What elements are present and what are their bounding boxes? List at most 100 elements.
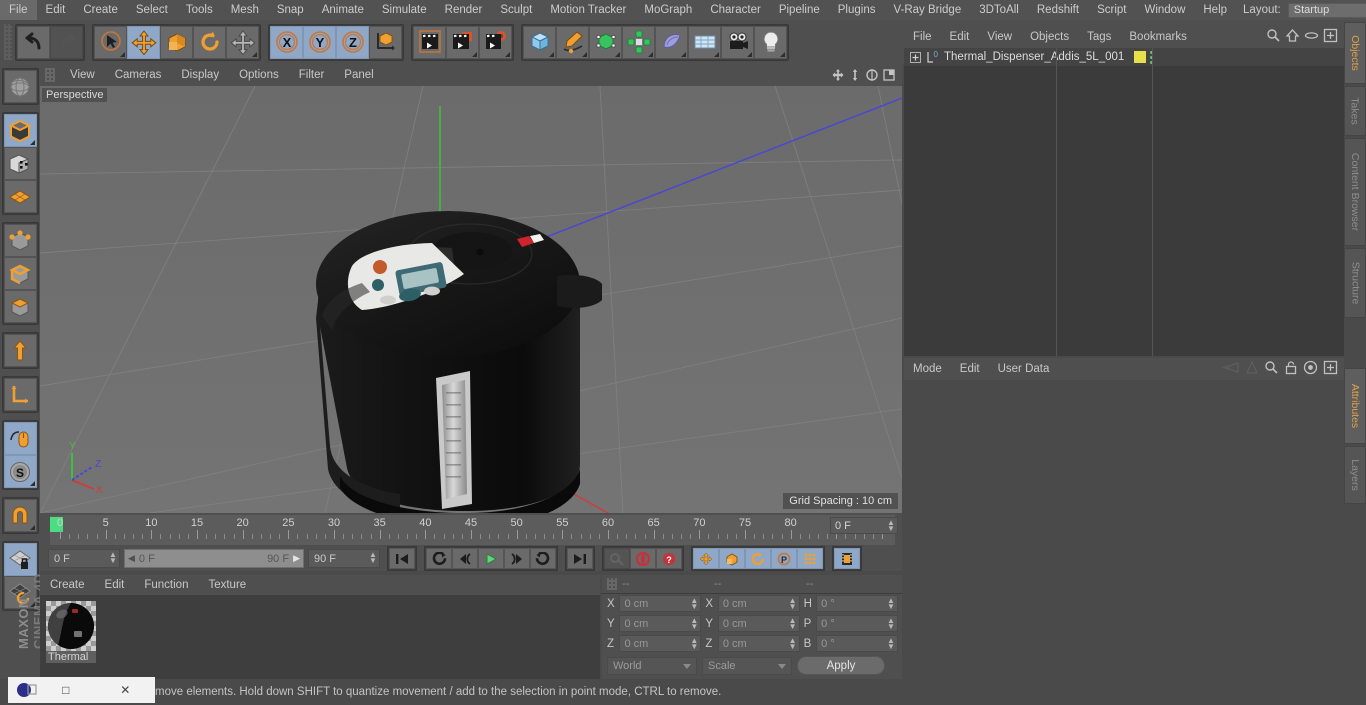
spinner-icon[interactable]: ▲ ▼ <box>690 637 698 651</box>
material-menu-edit[interactable]: Edit <box>95 575 135 595</box>
coord-input-rot-b[interactable]: 0 ° ▲ ▼ <box>816 635 898 652</box>
coord-input-pos-y[interactable]: 0 cm ▲ ▼ <box>619 615 702 632</box>
viewport-menu-panel[interactable]: Panel <box>334 64 383 86</box>
dock-tab-structure[interactable]: Structure <box>1344 248 1366 318</box>
attribute-menu-mode[interactable]: Mode <box>904 358 951 380</box>
y-axis-lock[interactable]: Y <box>303 25 336 59</box>
environment-button[interactable] <box>688 25 721 59</box>
current-frame-input[interactable]: 0 F ▲ ▼ <box>48 549 120 568</box>
menu-item-tools[interactable]: Tools <box>177 0 222 20</box>
render-view-button[interactable] <box>413 25 446 59</box>
spinner-icon[interactable]: ▲ ▼ <box>789 637 797 651</box>
taskbar-preview-window[interactable]: □ ✕ <box>8 677 155 703</box>
lock-icon[interactable] <box>1284 360 1298 378</box>
go-to-end-button[interactable] <box>567 548 593 569</box>
parameter-key-toggle[interactable]: P <box>771 548 797 569</box>
material-menu-create[interactable]: Create <box>40 575 95 595</box>
go-to-start-button[interactable] <box>389 548 415 569</box>
dock-tab-content-browser[interactable]: Content Browser <box>1344 138 1366 246</box>
attribute-menu-edit[interactable]: Edit <box>951 358 989 380</box>
timeline-frame-field[interactable]: 0 F ▲ ▼ <box>830 517 898 534</box>
layout-select[interactable]: Startup <box>1287 2 1366 18</box>
range-left-arrow-icon[interactable]: ◀ <box>128 553 135 564</box>
rotate-tool[interactable] <box>193 25 226 59</box>
rotate-view-icon[interactable] <box>864 68 879 83</box>
texture-mode-button[interactable] <box>3 147 37 180</box>
points-mode-button[interactable] <box>3 224 37 257</box>
coordinate-system-select[interactable]: World <box>607 656 697 675</box>
spinner-icon[interactable]: ▲ ▼ <box>690 597 698 611</box>
menu-item-simulate[interactable]: Simulate <box>373 0 436 20</box>
spinner-icon[interactable]: ▲ ▼ <box>887 617 895 631</box>
menu-item-file[interactable]: File <box>0 0 37 20</box>
search-icon[interactable] <box>1264 360 1279 378</box>
end-frame-input[interactable]: 90 F ▲ ▼ <box>308 549 380 568</box>
spinner-icon[interactable]: ▲ ▼ <box>789 597 797 611</box>
spinner-icon[interactable]: ▲ ▼ <box>109 551 117 565</box>
live-selection-tool[interactable] <box>94 25 127 59</box>
menu-item-pipeline[interactable]: Pipeline <box>770 0 829 20</box>
menu-item-render[interactable]: Render <box>436 0 492 20</box>
menu-item-3dtoall[interactable]: 3DToAll <box>970 0 1028 20</box>
range-right-arrow-icon[interactable]: ▶ <box>293 553 300 564</box>
menu-item-create[interactable]: Create <box>74 0 127 20</box>
dock-tab-objects[interactable]: Objects <box>1344 22 1366 84</box>
attribute-menu-user-data[interactable]: User Data <box>989 358 1059 380</box>
auto-keyframing-button[interactable]: ? <box>656 548 682 569</box>
viewport-menu-cameras[interactable]: Cameras <box>105 64 172 86</box>
workplane-mode-button[interactable] <box>3 180 37 213</box>
expand-plus-icon[interactable] <box>910 51 921 63</box>
object-menu-file[interactable]: File <box>904 26 941 48</box>
viewport-menu-options[interactable]: Options <box>229 64 289 86</box>
viewport-grip[interactable] <box>45 68 55 82</box>
undo-button[interactable] <box>17 25 50 59</box>
object-menu-tags[interactable]: Tags <box>1078 26 1120 48</box>
object-row[interactable]: 0 Thermal_Dispenser_Addis_5L_001 <box>904 48 1344 66</box>
menu-item-plugins[interactable]: Plugins <box>829 0 885 20</box>
spinner-icon[interactable]: ▲ ▼ <box>887 519 895 533</box>
move-tool[interactable] <box>127 25 160 59</box>
spinner-icon[interactable]: ▲ ▼ <box>887 597 895 611</box>
dynamic-place-tool[interactable] <box>226 25 259 59</box>
polygons-mode-button[interactable] <box>3 290 37 323</box>
pan-view-icon[interactable] <box>830 68 845 83</box>
go-to-previous-frame-button[interactable] <box>452 548 478 569</box>
coord-input-size-z[interactable]: 0 cm ▲ ▼ <box>717 635 800 652</box>
go-to-previous-keyframe-button[interactable] <box>426 548 452 569</box>
menu-item-character[interactable]: Character <box>701 0 770 20</box>
menu-item-redshift[interactable]: Redshift <box>1028 0 1088 20</box>
spinner-icon[interactable]: ▲ ▼ <box>690 617 698 631</box>
next-arrow-icon[interactable] <box>1245 360 1259 377</box>
search-icon[interactable] <box>1266 28 1281 46</box>
menu-item-snap[interactable]: Snap <box>268 0 313 20</box>
close-button[interactable]: ✕ <box>96 683 156 697</box>
z-axis-lock[interactable]: Z <box>336 25 369 59</box>
magnet-tool-button[interactable] <box>3 499 37 532</box>
preview-range-bar[interactable]: ◀ 0 F 90 F ▶ <box>124 549 304 568</box>
scale-key-toggle[interactable] <box>719 548 745 569</box>
viewport-menu-view[interactable]: View <box>60 64 105 86</box>
rotation-key-toggle[interactable] <box>745 548 771 569</box>
coord-input-rot-p[interactable]: 0 ° ▲ ▼ <box>816 615 898 632</box>
viewport-menu-filter[interactable]: Filter <box>289 64 335 86</box>
x-axis-lock[interactable]: X <box>270 25 303 59</box>
point-level-animation-toggle[interactable] <box>797 548 823 569</box>
material-item[interactable]: Thermal <box>46 601 96 663</box>
model-mode-button[interactable] <box>3 114 37 147</box>
dolly-view-icon[interactable] <box>847 68 862 83</box>
dock-tab-attributes[interactable]: Attributes <box>1344 368 1366 444</box>
menu-item-mograph[interactable]: MoGraph <box>635 0 701 20</box>
spline-pen-button[interactable] <box>556 25 589 59</box>
dock-tab-takes[interactable]: Takes <box>1344 86 1366 136</box>
transform-mode-select[interactable]: Scale <box>702 656 792 675</box>
coordinates-grip[interactable] <box>607 578 617 590</box>
coord-input-pos-z[interactable]: 0 cm ▲ ▼ <box>619 635 702 652</box>
position-key-toggle[interactable] <box>693 548 719 569</box>
viewport-menu-display[interactable]: Display <box>171 64 229 86</box>
object-menu-bookmarks[interactable]: Bookmarks <box>1120 26 1196 48</box>
go-to-next-keyframe-button[interactable] <box>530 548 556 569</box>
menu-item-select[interactable]: Select <box>127 0 177 20</box>
timeline-ruler[interactable]: 051015202530354045505560657075808590 <box>50 515 895 545</box>
menu-item-window[interactable]: Window <box>1135 0 1194 20</box>
undo-view-button[interactable] <box>3 70 37 103</box>
